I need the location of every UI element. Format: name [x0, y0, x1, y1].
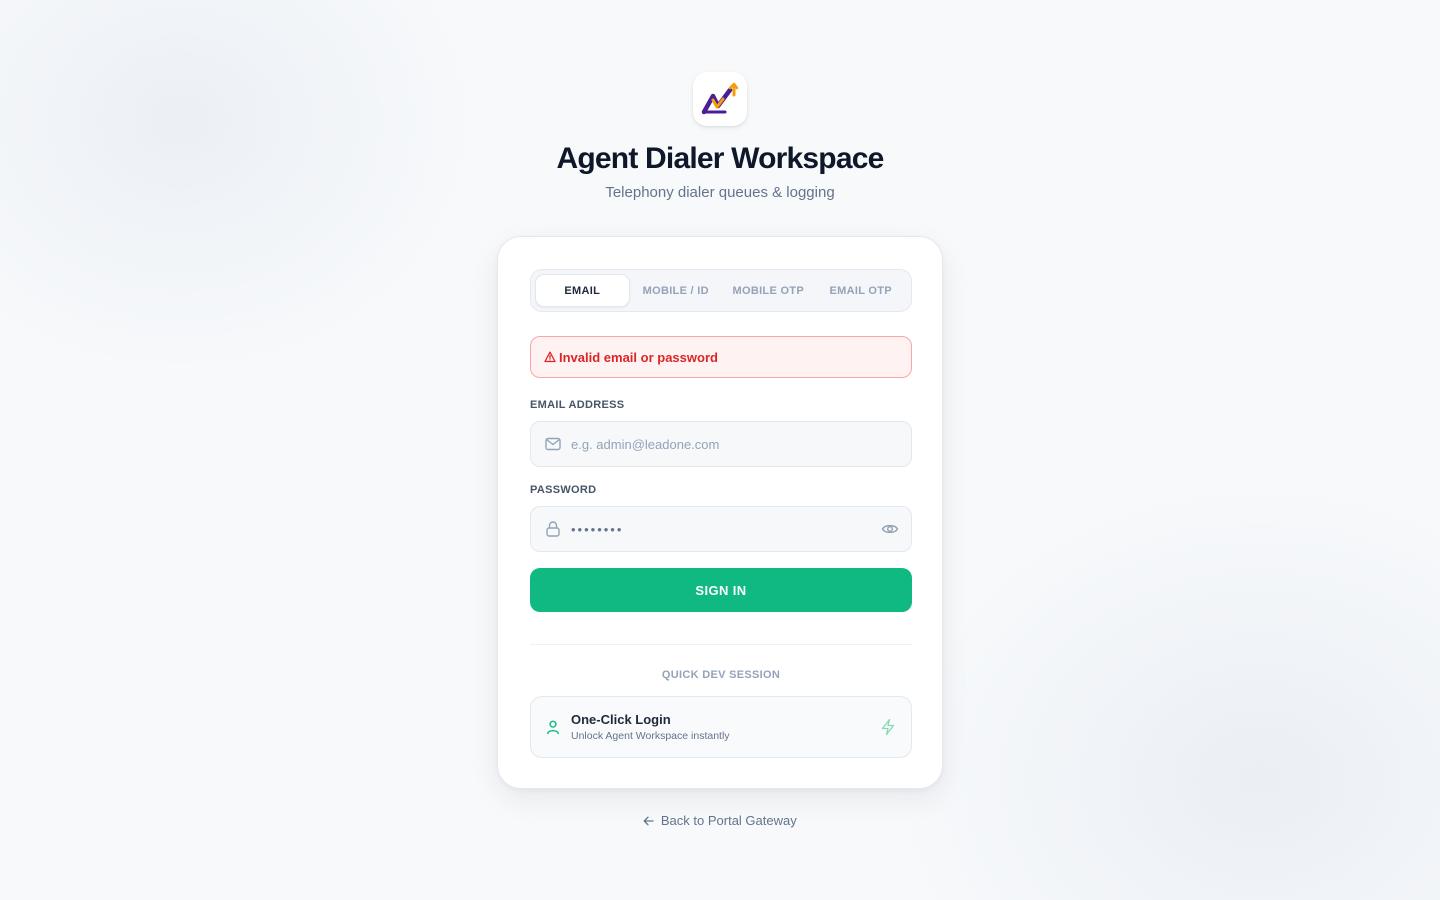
error-message: Invalid email or password	[559, 349, 718, 365]
password-field-container	[530, 506, 912, 552]
login-card: EMAIL MOBILE / ID MOBILE OTP EMAIL OTP I…	[497, 236, 943, 789]
warning-triangle-icon	[544, 351, 556, 363]
email-field-container	[530, 421, 912, 467]
logo	[693, 72, 747, 126]
quick-session-label: QUICK DEV SESSION	[661, 669, 781, 681]
tab-mobile-otp[interactable]: MOBILE OTP	[722, 274, 815, 307]
back-to-portal-link[interactable]: Back to Portal Gateway	[0, 813, 1440, 828]
trend-up-chart-icon	[701, 82, 739, 115]
user-icon	[545, 719, 561, 735]
tab-mobile-id[interactable]: MOBILE / ID	[630, 274, 723, 307]
eye-icon[interactable]	[881, 520, 899, 538]
password-input[interactable]	[571, 521, 881, 537]
sign-in-button[interactable]: SIGN IN	[530, 568, 912, 612]
back-link-label: Back to Portal Gateway	[660, 813, 797, 828]
divider	[530, 644, 912, 645]
one-click-login-button[interactable]: One-Click Login Unlock Agent Workspace i…	[530, 696, 912, 758]
email-label: EMAIL ADDRESS	[530, 399, 625, 411]
page-title: Agent Dialer Workspace	[556, 142, 885, 175]
quick-login-description: Unlock Agent Workspace instantly	[571, 730, 730, 742]
password-label: PASSWORD	[530, 484, 597, 496]
login-method-tabs: EMAIL MOBILE / ID MOBILE OTP EMAIL OTP	[530, 269, 912, 312]
quick-login-title: One-Click Login	[571, 712, 671, 727]
lightning-bolt-icon	[879, 718, 897, 736]
arrow-left-icon	[643, 813, 658, 828]
email-input[interactable]	[571, 436, 911, 452]
tab-email-otp[interactable]: EMAIL OTP	[815, 274, 908, 307]
lock-icon	[544, 520, 562, 538]
mail-icon	[544, 435, 562, 453]
page-subtitle: Telephony dialer queues & logging	[605, 184, 835, 201]
error-alert: Invalid email or password	[530, 336, 912, 378]
tab-email[interactable]: EMAIL	[535, 274, 630, 307]
